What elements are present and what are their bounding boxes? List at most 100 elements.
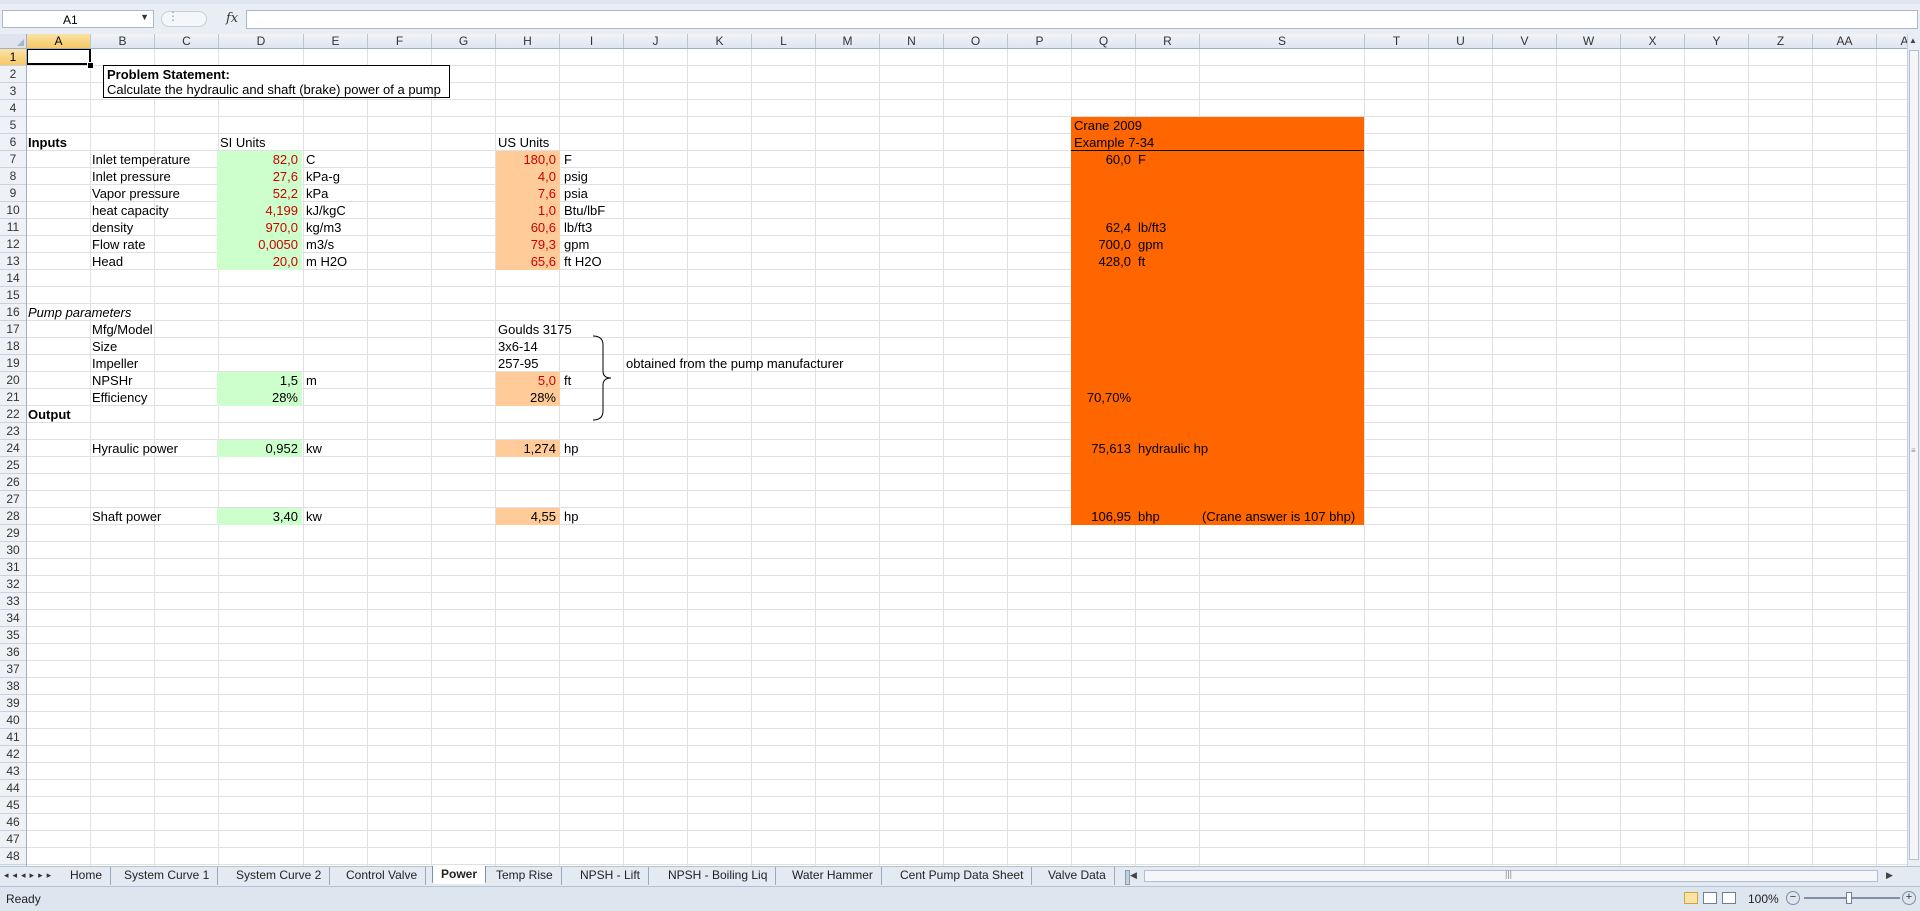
column-header-o[interactable]: O xyxy=(944,34,1008,48)
row-header-23[interactable]: 23 xyxy=(0,423,26,440)
active-cell-a1[interactable] xyxy=(27,49,94,69)
column-header-c[interactable]: C xyxy=(155,34,219,48)
shaft-power-us[interactable]: 4,55 xyxy=(496,508,556,525)
column-header-t[interactable]: T xyxy=(1365,34,1429,48)
column-header-e[interactable]: E xyxy=(304,34,368,48)
pump-mfg-value[interactable]: Goulds 3175 xyxy=(498,321,572,338)
cell-grid[interactable]: Problem Statement: Calculate the hydraul… xyxy=(27,49,1907,866)
sheet-tab-water-hammer[interactable]: Water Hammer xyxy=(784,867,882,885)
column-header-u[interactable]: U xyxy=(1429,34,1493,48)
sheet-tab-system-curve-2[interactable]: System Curve 2 xyxy=(228,867,331,885)
si-input-value[interactable]: 0,0050 xyxy=(217,236,298,253)
formula-input[interactable] xyxy=(246,10,1918,29)
column-header-l[interactable]: L xyxy=(752,34,816,48)
row-header-1[interactable]: 1 xyxy=(0,49,26,66)
column-header-r[interactable]: R xyxy=(1136,34,1200,48)
column-header-j[interactable]: J xyxy=(624,34,688,48)
row-header-19[interactable]: 19 xyxy=(0,355,26,372)
hydraulic-power-us[interactable]: 1,274 xyxy=(496,440,556,457)
us-input-value[interactable]: 60,6 xyxy=(496,219,556,236)
row-header-35[interactable]: 35 xyxy=(0,627,26,644)
row-header-34[interactable]: 34 xyxy=(0,610,26,627)
row-header-7[interactable]: 7 xyxy=(0,151,26,168)
column-header-y[interactable]: Y xyxy=(1685,34,1749,48)
sheet-tab-power[interactable]: Power xyxy=(432,866,487,884)
sheet-tab-home[interactable]: Home xyxy=(62,867,112,885)
column-header-a[interactable]: A xyxy=(27,34,91,48)
efficiency-si-value[interactable]: 28% xyxy=(217,389,298,406)
crane-flow[interactable]: 700,0 xyxy=(1071,236,1131,253)
sheet-tab-system-curve-1[interactable]: System Curve 1 xyxy=(116,867,219,885)
column-header-q[interactable]: Q xyxy=(1072,34,1136,48)
tab-navigation-icons[interactable]: ◂◂◂▸▸▸ xyxy=(4,870,55,881)
page-break-view-icon[interactable] xyxy=(1722,892,1736,904)
row-header-30[interactable]: 30 xyxy=(0,542,26,559)
efficiency-us-value[interactable]: 28% xyxy=(496,389,556,406)
row-header-8[interactable]: 8 xyxy=(0,168,26,185)
hydraulic-power-si[interactable]: 0,952 xyxy=(217,440,298,457)
si-input-value[interactable]: 20,0 xyxy=(217,253,298,270)
row-header-6[interactable]: 6 xyxy=(0,134,26,151)
column-header-d[interactable]: D xyxy=(219,34,304,48)
column-header-s[interactable]: S xyxy=(1200,34,1365,48)
pump-impeller-value[interactable]: 257-95 xyxy=(498,355,538,372)
chevron-down-icon[interactable]: ▼ xyxy=(140,12,149,22)
row-header-39[interactable]: 39 xyxy=(0,695,26,712)
row-header-21[interactable]: 21 xyxy=(0,389,26,406)
sheet-tab-npsh-boiling-liq[interactable]: NPSH - Boiling Liq xyxy=(660,867,777,885)
row-header-33[interactable]: 33 xyxy=(0,593,26,610)
row-header-43[interactable]: 43 xyxy=(0,763,26,780)
page-layout-view-icon[interactable] xyxy=(1703,892,1717,904)
row-header-25[interactable]: 25 xyxy=(0,457,26,474)
sheet-tab-control-valve[interactable]: Control Valve xyxy=(338,867,427,885)
crane-shaft-power[interactable]: 106,95 xyxy=(1071,508,1131,525)
column-header-m[interactable]: M xyxy=(816,34,880,48)
column-header-w[interactable]: W xyxy=(1557,34,1621,48)
row-header-24[interactable]: 24 xyxy=(0,440,26,457)
row-header-16[interactable]: 16 xyxy=(0,304,26,321)
column-header-p[interactable]: P xyxy=(1008,34,1072,48)
row-header-36[interactable]: 36 xyxy=(0,644,26,661)
sheet-tab-npsh-lift[interactable]: NPSH - Lift xyxy=(572,867,650,885)
row-header-4[interactable]: 4 xyxy=(0,100,26,117)
sheet-tab-valve-data[interactable]: Valve Data xyxy=(1040,867,1115,885)
crane-efficiency[interactable]: 70,70% xyxy=(1071,389,1131,406)
zoom-level[interactable]: 100% xyxy=(1748,892,1779,906)
column-header-i[interactable]: I xyxy=(560,34,624,48)
zoom-slider-track[interactable] xyxy=(1804,897,1900,899)
row-header-44[interactable]: 44 xyxy=(0,780,26,797)
row-header-29[interactable]: 29 xyxy=(0,525,26,542)
zoom-in-icon[interactable]: + xyxy=(1902,891,1916,905)
si-input-value[interactable]: 27,6 xyxy=(217,168,298,185)
horizontal-scroll-thumb[interactable]: ||| xyxy=(1144,869,1878,882)
column-header-n[interactable]: N xyxy=(880,34,944,48)
crane-temp[interactable]: 60,0 xyxy=(1071,151,1131,168)
column-header-h[interactable]: H xyxy=(496,34,560,48)
us-input-value[interactable]: 1,0 xyxy=(496,202,556,219)
us-input-value[interactable]: 4,0 xyxy=(496,168,556,185)
us-input-value[interactable]: 180,0 xyxy=(496,151,556,168)
column-header-k[interactable]: K xyxy=(688,34,752,48)
sheet-tab-temp-rise[interactable]: Temp Rise xyxy=(488,867,562,885)
vertical-scroll-thumb[interactable]: ≡ xyxy=(1909,50,1919,860)
select-all-button[interactable] xyxy=(0,34,27,49)
crane-density[interactable]: 62,4 xyxy=(1071,219,1131,236)
column-header-z[interactable]: Z xyxy=(1749,34,1813,48)
row-header-9[interactable]: 9 xyxy=(0,185,26,202)
zoom-slider-thumb[interactable] xyxy=(1846,892,1852,904)
column-header-g[interactable]: G xyxy=(432,34,496,48)
row-header-10[interactable]: 10 xyxy=(0,202,26,219)
row-header-37[interactable]: 37 xyxy=(0,661,26,678)
shaft-power-si[interactable]: 3,40 xyxy=(217,508,298,525)
column-header-x[interactable]: X xyxy=(1621,34,1685,48)
row-header-26[interactable]: 26 xyxy=(0,474,26,491)
us-input-value[interactable]: 79,3 xyxy=(496,236,556,253)
row-header-14[interactable]: 14 xyxy=(0,270,26,287)
column-header-v[interactable]: V xyxy=(1493,34,1557,48)
normal-view-icon[interactable] xyxy=(1684,892,1698,904)
row-header-13[interactable]: 13 xyxy=(0,253,26,270)
vertical-scrollbar[interactable]: ▲ ≡ xyxy=(1907,34,1920,866)
row-header-22[interactable]: 22 xyxy=(0,406,26,423)
row-header-42[interactable]: 42 xyxy=(0,746,26,763)
row-header-20[interactable]: 20 xyxy=(0,372,26,389)
